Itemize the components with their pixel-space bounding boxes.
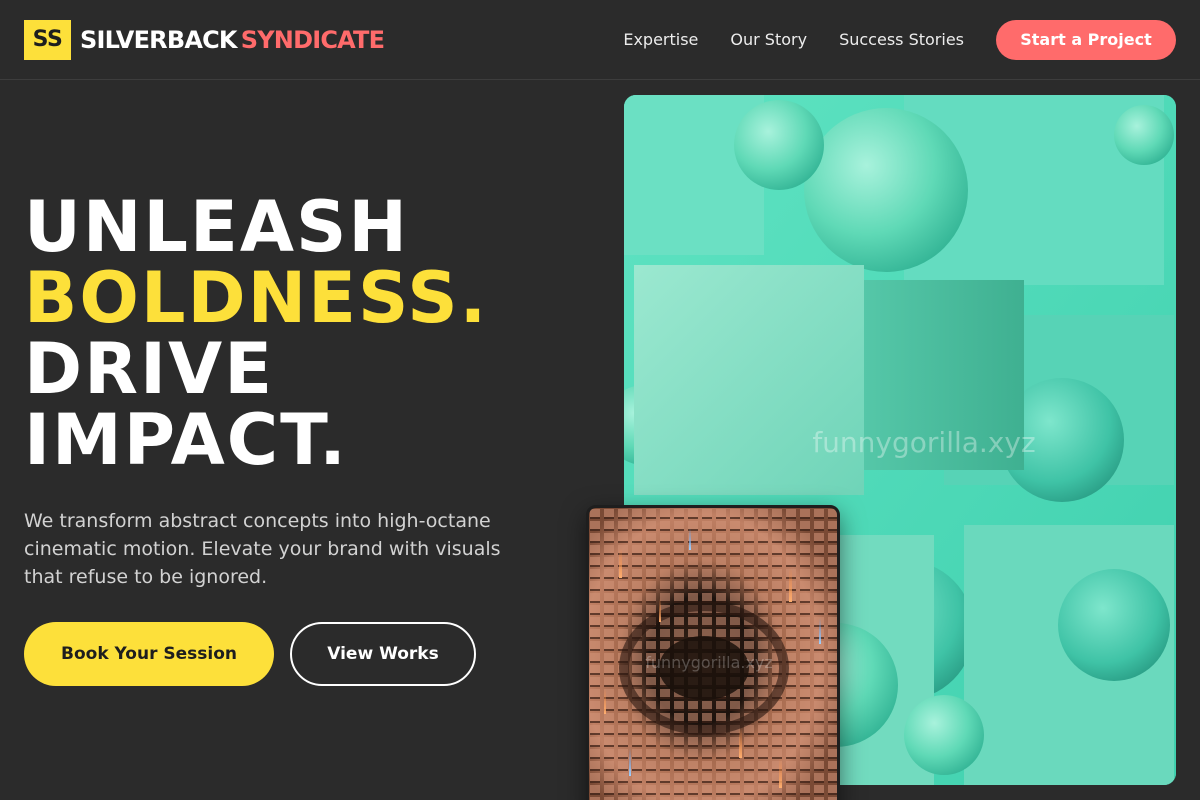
headline-line-1: UNLEASH (24, 186, 410, 268)
hero-subtitle: We transform abstract concepts into high… (24, 510, 501, 588)
top-navbar: SS SILVERBACK SYNDICATE Expertise Our Sto… (0, 0, 1200, 80)
nav-link-expertise[interactable]: Expertise (623, 30, 698, 49)
brand-name-part2: SYNDICATE (240, 25, 385, 54)
nav-link-our-story[interactable]: Our Story (730, 30, 807, 49)
start-project-button[interactable]: Start a Project (996, 19, 1176, 60)
view-works-button[interactable]: View Works (290, 622, 476, 686)
logo-badge: SS (24, 19, 71, 60)
nav-links: Expertise Our Story Success Stories Star… (623, 19, 1176, 60)
headline-line-4: IMPACT. (24, 399, 348, 481)
brand-logo[interactable]: SS SILVERBACK SYNDICATE (24, 19, 385, 60)
hero-headline: UNLEASH BOLDNESS. DRIVE IMPACT. (24, 192, 488, 476)
nav-link-success-stories[interactable]: Success Stories (839, 30, 964, 49)
main-image-watermark: funnygorilla.xyz (812, 426, 1035, 459)
brand-name-part1: SILVERBACK (80, 25, 238, 54)
copper-spiral-artwork: funnygorilla.xyz (589, 508, 837, 800)
headline-line-2: BOLDNESS. (24, 257, 489, 339)
headline-line-3: DRIVE (24, 328, 275, 410)
book-session-button[interactable]: Book Your Session (24, 622, 274, 686)
small-image-watermark: funnygorilla.xyz (645, 653, 773, 672)
brand-name: SILVERBACK SYNDICATE (80, 25, 385, 54)
hero-image-copper-spiral[interactable]: funnygorilla.xyz (586, 505, 840, 800)
